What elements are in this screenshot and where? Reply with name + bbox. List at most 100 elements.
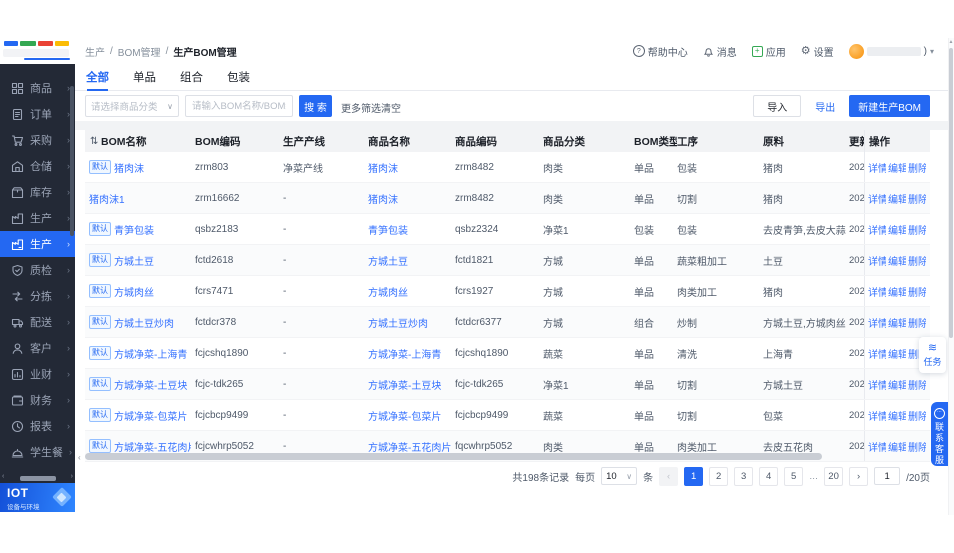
bom-name-link[interactable]: 方城土豆炒肉: [114, 315, 174, 330]
settings-button[interactable]: ⚙ 设置: [801, 44, 834, 59]
scroll-up-icon[interactable]: ▲: [948, 39, 954, 45]
pagination-page-1[interactable]: 1: [684, 467, 703, 486]
pagination-next-button[interactable]: ›: [849, 467, 868, 486]
action-detail-link[interactable]: 详情: [868, 377, 886, 392]
column-settings-icon[interactable]: ⇅: [85, 136, 101, 147]
sidebar-item-business-finance[interactable]: 业财›: [0, 361, 75, 387]
tab-组合[interactable]: 组合: [180, 64, 203, 90]
clear-filters-link[interactable]: 清空: [381, 100, 401, 115]
per-page-select[interactable]: 10∨: [601, 467, 637, 485]
category-select[interactable]: 请选择商品分类 ∨: [85, 95, 179, 117]
action-edit-link[interactable]: 编辑: [888, 253, 906, 268]
column-header[interactable]: 商品分类: [543, 134, 634, 149]
sidebar-item-purchase[interactable]: 采购›: [0, 127, 75, 153]
bom-name-link[interactable]: 方城土豆: [114, 253, 154, 268]
scroll-left-icon[interactable]: ‹: [78, 453, 81, 462]
sidebar-item-production-2[interactable]: 生产›: [0, 231, 75, 257]
product-name-link[interactable]: 猪肉沫: [368, 164, 398, 175]
sidebar-item-quality[interactable]: 质检›: [0, 257, 75, 283]
bom-name-link[interactable]: 方城净菜-土豆块: [114, 377, 187, 392]
sidebar-item-orders[interactable]: 订单›: [0, 101, 75, 127]
column-header[interactable]: 工序: [677, 134, 763, 149]
action-edit-link[interactable]: 编辑: [888, 284, 906, 299]
help-center-button[interactable]: ? 帮助中心: [633, 44, 688, 59]
import-button[interactable]: 导入: [753, 95, 801, 117]
iot-banner[interactable]: IOT 设备与环境: [0, 483, 75, 512]
scrollbar-thumb[interactable]: [20, 476, 56, 481]
tab-全部[interactable]: 全部: [86, 64, 109, 90]
action-detail-link[interactable]: 详情: [868, 346, 886, 361]
tab-包装[interactable]: 包装: [227, 64, 250, 90]
action-delete-link[interactable]: 删除: [908, 191, 926, 206]
pagination-prev-button[interactable]: ‹: [659, 467, 678, 486]
contact-service-button[interactable]: ⋯ 联系客服: [931, 402, 948, 466]
bom-name-link[interactable]: 方城肉丝: [114, 284, 154, 299]
user-menu[interactable]: ) ▾: [849, 44, 934, 59]
sidebar-item-reports[interactable]: 报表›: [0, 413, 75, 439]
column-header[interactable]: 商品名称: [368, 134, 455, 149]
action-edit-link[interactable]: 编辑: [888, 191, 906, 206]
keyword-search-input[interactable]: [185, 95, 293, 117]
sidebar-item-customers[interactable]: 客户›: [0, 335, 75, 361]
action-detail-link[interactable]: 详情: [868, 191, 886, 206]
pagination-page-2[interactable]: 2: [709, 467, 728, 486]
column-header[interactable]: 操作: [864, 130, 930, 152]
action-detail-link[interactable]: 详情: [868, 408, 886, 423]
product-name-link[interactable]: 方城土豆炒肉: [368, 319, 428, 330]
column-header-truncated[interactable]: 更新: [849, 134, 864, 149]
sidebar-item-sorting[interactable]: 分拣›: [0, 283, 75, 309]
tab-单品[interactable]: 单品: [133, 64, 156, 90]
action-detail-link[interactable]: 详情: [868, 160, 886, 175]
sidebar-item-goods[interactable]: 商品›: [0, 75, 75, 101]
pagination-page-5[interactable]: 5: [784, 467, 803, 486]
action-edit-link[interactable]: 编辑: [888, 377, 906, 392]
action-delete-link[interactable]: 删除: [908, 315, 926, 330]
scrollbar-thumb[interactable]: [949, 48, 953, 338]
action-detail-link[interactable]: 详情: [868, 253, 886, 268]
search-button[interactable]: 搜 索: [299, 95, 332, 117]
action-edit-link[interactable]: 编辑: [888, 222, 906, 237]
sidebar-item-student-meal[interactable]: 学生餐›: [0, 439, 75, 465]
column-header[interactable]: BOM名称: [101, 134, 195, 149]
pagination-page-3[interactable]: 3: [734, 467, 753, 486]
create-bom-button[interactable]: 新建生产BOM: [849, 95, 930, 117]
table-row[interactable]: 默认方城土豆炒肉fctdcr378-方城土豆炒肉fctdcr6377方城组合炒制…: [85, 307, 930, 338]
scroll-right-icon[interactable]: ›: [71, 473, 73, 480]
action-edit-link[interactable]: 编辑: [888, 160, 906, 175]
action-detail-link[interactable]: 详情: [868, 222, 886, 237]
sidebar-item-delivery[interactable]: 配送›: [0, 309, 75, 335]
scroll-left-icon[interactable]: ‹: [2, 473, 4, 480]
more-filters-link[interactable]: 更多筛选: [341, 100, 381, 115]
action-delete-link[interactable]: 删除: [908, 253, 926, 268]
table-row[interactable]: 默认方城土豆fctd2618-方城土豆fctd1821方城单品蔬菜粗加工土豆20…: [85, 245, 930, 276]
action-detail-link[interactable]: 详情: [868, 284, 886, 299]
action-delete-link[interactable]: 删除: [908, 439, 926, 454]
action-delete-link[interactable]: 删除: [908, 408, 926, 423]
column-header[interactable]: BOM编码: [195, 134, 283, 149]
table-row[interactable]: 默认方城净菜-包菜片fcjcbcp9499-方城净菜-包菜片fcjcbcp949…: [85, 400, 930, 431]
table-row[interactable]: 猪肉沫1zrm16662-猪肉沫zrm8482肉类单品切割猪肉202详情编辑删除: [85, 183, 930, 214]
pagination-page-20[interactable]: 20: [824, 467, 843, 486]
table-horizontal-scrollbar[interactable]: [85, 453, 822, 460]
sidebar-item-finance[interactable]: 财务›: [0, 387, 75, 413]
product-name-link[interactable]: 方城土豆: [368, 257, 408, 268]
action-detail-link[interactable]: 详情: [868, 315, 886, 330]
action-delete-link[interactable]: 删除: [908, 160, 926, 175]
sidebar-vertical-scrollbar[interactable]: [70, 86, 74, 236]
messages-button[interactable]: 消息: [703, 44, 737, 59]
action-edit-link[interactable]: 编辑: [888, 439, 906, 454]
action-delete-link[interactable]: 删除: [908, 377, 926, 392]
product-name-link[interactable]: 方城净菜-土豆块: [368, 381, 441, 392]
breadcrumb-item[interactable]: BOM管理: [118, 44, 161, 59]
sidebar-item-inventory[interactable]: 库存›: [0, 179, 75, 205]
table-row[interactable]: 默认方城净菜-土豆块fcjc-tdk265-方城净菜-土豆块fcjc-tdk26…: [85, 369, 930, 400]
bom-name-link[interactable]: 方城净菜-上海青: [114, 346, 187, 361]
breadcrumb-item[interactable]: 生产: [85, 44, 105, 59]
sidebar-item-production[interactable]: 生产›: [0, 205, 75, 231]
apps-button[interactable]: + 应用: [752, 44, 786, 59]
action-edit-link[interactable]: 编辑: [888, 408, 906, 423]
sidebar-horizontal-scrollbar[interactable]: ‹ ›: [0, 475, 75, 482]
pagination-ellipsis[interactable]: …: [809, 471, 818, 481]
task-widget-button[interactable]: ≋ 任务: [919, 337, 946, 373]
product-name-link[interactable]: 青笋包装: [368, 226, 408, 237]
